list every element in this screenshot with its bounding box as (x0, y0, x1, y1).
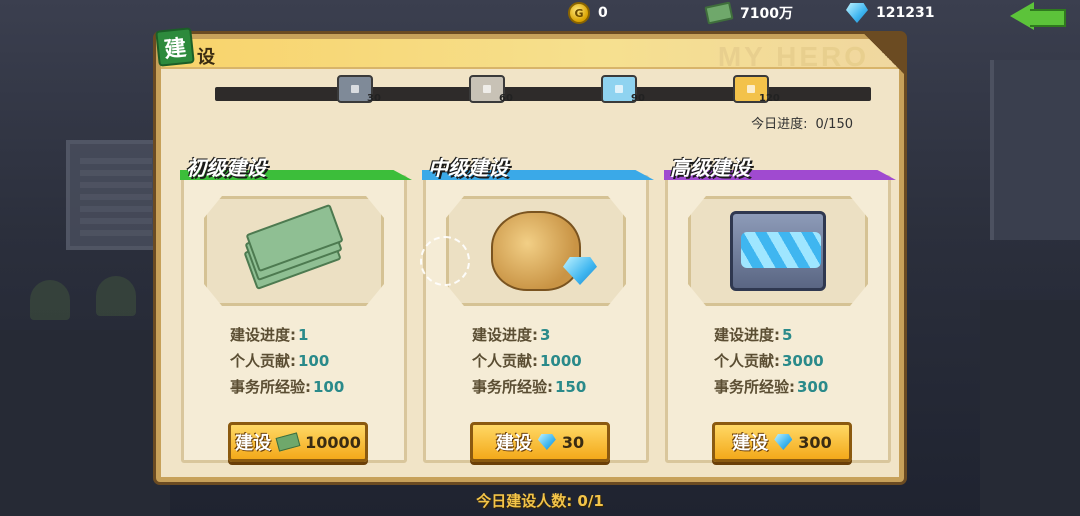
today-progress: 今日进度: 0/150 (751, 113, 853, 132)
today-progress-value: 0/150 (815, 117, 853, 132)
construction-panel: MY HERO 建 设 30 60 90 120 今日进度: 0/150 初级建设… (155, 27, 904, 482)
panel-corner (864, 34, 904, 74)
stat-value: 300 (797, 378, 829, 396)
tier-label: 初级建设 (186, 155, 266, 180)
stat-label: 建设进度: (230, 326, 296, 344)
back-arrow-button[interactable] (1010, 2, 1066, 30)
stat-contribution: 个人贡献: 100 (230, 350, 329, 371)
stat-value: 1000 (540, 352, 582, 370)
build-button-label: 建设 (495, 433, 532, 454)
gem-bag-icon (491, 211, 581, 291)
build-cost: 300 (798, 432, 832, 452)
build-button-basic[interactable]: 建设 10000 (228, 422, 368, 462)
resource-bar: G 0 7100万 121231 (0, 0, 1080, 30)
stat-value: 150 (555, 378, 587, 396)
stat-progress: 建设进度: 5 (714, 324, 792, 345)
background-whiteboard (66, 140, 166, 250)
stat-label: 事务所经验: (230, 378, 311, 396)
stat-label: 个人贡献: (230, 352, 296, 370)
cash-icon (275, 432, 301, 452)
stat-label: 个人贡献: (714, 352, 780, 370)
cash-resource: 7100万 (704, 1, 793, 25)
card-tab: 高级建设 (664, 152, 896, 180)
card-advanced-construction: 高级建设 建设进度: 5 个人贡献: 3000 事务所经验: 300 建设 300 (664, 156, 896, 463)
card-tab: 中级建设 (422, 152, 654, 180)
gem-chest-icon (730, 211, 826, 291)
stat-label: 建设进度: (714, 326, 780, 344)
build-button-label: 建设 (235, 433, 272, 454)
card-basic-construction: 初级建设 建设进度: 1 个人贡献: 100 事务所经验: 100 建设 10000 (180, 156, 412, 463)
stat-progress: 建设进度: 3 (472, 324, 550, 345)
panel-header: MY HERO (161, 39, 899, 72)
coin-icon: G (568, 2, 590, 24)
chest-threshold: 30 (367, 93, 381, 104)
stat-label: 事务所经验: (472, 378, 553, 396)
stat-label: 建设进度: (472, 326, 538, 344)
background-plant (30, 280, 70, 320)
background-plant (96, 276, 136, 316)
gem-icon (774, 434, 793, 450)
background-window-right (990, 60, 1080, 240)
today-progress-label: 今日进度: (751, 117, 808, 132)
stat-value: 100 (313, 378, 345, 396)
coin-count: 0 (598, 5, 608, 21)
stat-contribution: 个人贡献: 1000 (472, 350, 582, 371)
gem-resource: 121231 (846, 2, 934, 24)
stat-value: 5 (782, 326, 793, 344)
chest-threshold: 120 (759, 93, 780, 104)
build-button-intermediate[interactable]: 建设 30 (470, 422, 610, 462)
stat-contribution: 个人贡献: 3000 (714, 350, 824, 371)
gem-count: 121231 (876, 5, 935, 21)
tier-label: 高级建设 (670, 155, 750, 180)
background-desk-left (0, 330, 170, 516)
stat-progress: 建设进度: 1 (230, 324, 308, 345)
gem-icon (846, 3, 868, 23)
stat-exp: 事务所经验: 100 (230, 376, 344, 397)
item-frame (688, 196, 868, 306)
stat-label: 个人贡献: (472, 352, 538, 370)
build-cost: 10000 (305, 432, 361, 452)
item-frame (204, 196, 384, 306)
card-intermediate-construction: 中级建设 建设进度: 3 个人贡献: 1000 事务所经验: 150 建设 30 (422, 156, 654, 463)
cash-stack-icon (237, 201, 352, 301)
build-button-label: 建设 (732, 433, 769, 454)
coin-resource: G 0 (568, 2, 608, 24)
tier-label: 中级建设 (428, 155, 508, 180)
stat-value: 1 (298, 326, 309, 344)
build-cost: 30 (561, 432, 585, 452)
stat-exp: 事务所经验: 300 (714, 376, 828, 397)
stat-value: 100 (298, 352, 330, 370)
chest-threshold: 90 (631, 93, 645, 104)
sparkle-effect (420, 236, 470, 286)
cash-count: 7100万 (740, 6, 793, 22)
stat-exp: 事务所经验: 150 (472, 376, 586, 397)
item-frame (446, 196, 626, 306)
chest-threshold: 60 (499, 93, 513, 104)
builders-today: 今日建设人数: 0/1 (476, 492, 604, 510)
stat-label: 事务所经验: (714, 378, 795, 396)
daily-progress-bar: 30 60 90 120 (215, 75, 871, 104)
stat-value: 3 (540, 326, 551, 344)
title-badge: 建 (155, 27, 195, 67)
panel-watermark: MY HERO (717, 41, 869, 72)
cash-icon (704, 1, 734, 25)
stat-value: 3000 (782, 352, 824, 370)
card-tab: 初级建设 (180, 152, 412, 180)
panel-title: 设 (197, 47, 215, 68)
gem-icon (537, 434, 556, 450)
build-button-advanced[interactable]: 建设 300 (712, 422, 852, 462)
background-desk-right (980, 300, 1080, 516)
